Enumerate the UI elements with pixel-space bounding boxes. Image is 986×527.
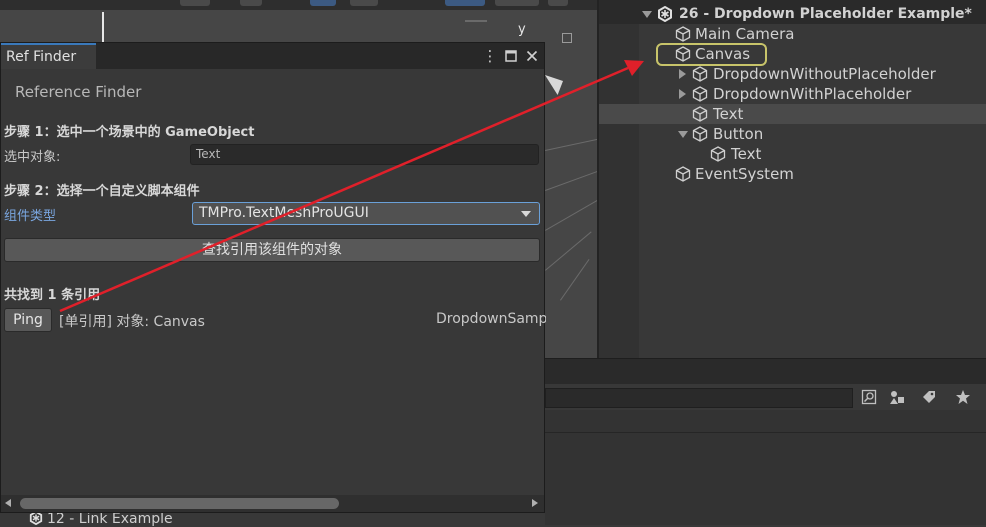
toolbar-button[interactable]	[548, 0, 568, 6]
maximize-icon[interactable]	[502, 46, 520, 66]
project-search-input[interactable]	[545, 388, 853, 408]
hierarchy-item-label: Text	[713, 105, 744, 123]
scroll-right-icon[interactable]	[532, 499, 538, 507]
project-list	[545, 410, 986, 525]
chevron-down-icon[interactable]	[642, 11, 652, 18]
ref-finder-window: Ref Finder ⋮ Reference Finder 步骤 1：选中一个场…	[0, 42, 546, 513]
tab-label: Ref Finder	[6, 49, 77, 65]
window-header: Ref Finder ⋮	[1, 43, 544, 69]
more-options-icon[interactable]: ⋮	[481, 46, 499, 66]
step2-heading: 步骤 2：选择一个自定义脚本组件	[4, 184, 200, 199]
close-icon[interactable]	[523, 46, 541, 66]
hierarchy-item-label: DropdownWithoutPlaceholder	[713, 65, 936, 83]
hierarchy-item-label: DropdownWithPlaceholder	[713, 85, 912, 103]
hierarchy-item-button-text[interactable]: Text	[599, 144, 986, 164]
gameobject-cube-icon	[675, 166, 691, 182]
toolbar-button[interactable]	[310, 0, 336, 6]
component-type-label: 组件类型	[4, 209, 57, 224]
component-type-dropdown[interactable]: TMPro.TextMeshProUGUI	[192, 202, 540, 225]
lock-icon[interactable]	[562, 33, 572, 43]
canvas-highlight-ring	[656, 43, 767, 66]
chevron-right-icon[interactable]	[679, 69, 686, 79]
hierarchy-item-label: Text	[731, 145, 762, 163]
gameobject-cube-icon	[710, 146, 726, 162]
search-by-type-icon[interactable]	[858, 386, 880, 408]
scene-toolbar	[0, 0, 597, 10]
hierarchy-item-eventsystem[interactable]: EventSystem	[599, 164, 986, 184]
dropdown-value: TMPro.TextMeshProUGUI	[199, 205, 369, 221]
list-divider	[545, 432, 986, 433]
scene-label: 26 - Dropdown Placeholder Example*	[679, 6, 972, 22]
favorite-star-icon[interactable]	[952, 386, 974, 408]
chevron-down-icon[interactable]	[678, 131, 688, 138]
hierarchy-item-dropdown-without-placeholder[interactable]: DropdownWithoutPlaceholder	[599, 64, 986, 84]
toolbar-button[interactable]	[240, 0, 262, 6]
hierarchy-item-text-selected[interactable]: Text	[599, 104, 986, 124]
scene-row[interactable]: 26 - Dropdown Placeholder Example*	[599, 4, 986, 24]
unity-scene-icon	[658, 6, 672, 22]
toolbar-button[interactable]	[350, 0, 378, 6]
result-count-heading: 共找到 1 条引用	[4, 288, 101, 303]
filter-by-type-icon[interactable]	[886, 386, 908, 408]
toolbar-button[interactable]	[495, 0, 539, 6]
hierarchy-item-label: Main Camera	[695, 25, 795, 43]
hierarchy-item-label: EventSystem	[695, 165, 794, 183]
hierarchy-item-label: Button	[713, 125, 764, 143]
scene-gizmo-cone	[545, 75, 563, 95]
gameobject-cube-icon	[692, 86, 708, 102]
gameobject-cube-icon	[675, 26, 691, 42]
project-tab-bar	[545, 358, 986, 385]
find-references-button[interactable]: 查找引用该组件的对象	[4, 238, 540, 262]
selected-object-field[interactable]: Text	[190, 144, 539, 165]
toolbar-button[interactable]	[445, 0, 485, 6]
scene-gizmo-line	[102, 12, 104, 42]
tab-ref-finder[interactable]: Ref Finder	[1, 43, 96, 69]
window-title: Reference Finder	[15, 83, 142, 101]
step1-heading: 步骤 1：选中一个场景中的 GameObject	[4, 125, 255, 140]
ping-button[interactable]: Ping	[4, 308, 52, 332]
hierarchy-item-button[interactable]: Button	[599, 124, 986, 144]
hierarchy-item-dropdown-with-placeholder[interactable]: DropdownWithPlaceholder	[599, 84, 986, 104]
reference-description: [单引用] 对象: Canvas	[59, 314, 205, 330]
chevron-down-icon	[521, 211, 531, 217]
scene-gizmo-bar	[465, 20, 487, 22]
chevron-right-icon[interactable]	[679, 89, 686, 99]
selected-object-label: 选中对象:	[4, 150, 61, 165]
reference-path: DropdownSamp	[436, 311, 546, 327]
scrollbar-thumb[interactable]	[20, 498, 339, 509]
toolbar-button[interactable]	[180, 0, 210, 6]
gameobject-cube-icon	[692, 126, 708, 142]
scroll-left-icon[interactable]	[5, 499, 11, 507]
gameobject-cube-icon	[692, 66, 708, 82]
axis-label: y	[518, 22, 526, 37]
hierarchy-item-main-camera[interactable]: Main Camera	[599, 24, 986, 44]
gameobject-cube-icon	[692, 106, 708, 122]
filter-by-label-icon[interactable]	[918, 386, 940, 408]
unity-scene-icon	[29, 510, 43, 526]
